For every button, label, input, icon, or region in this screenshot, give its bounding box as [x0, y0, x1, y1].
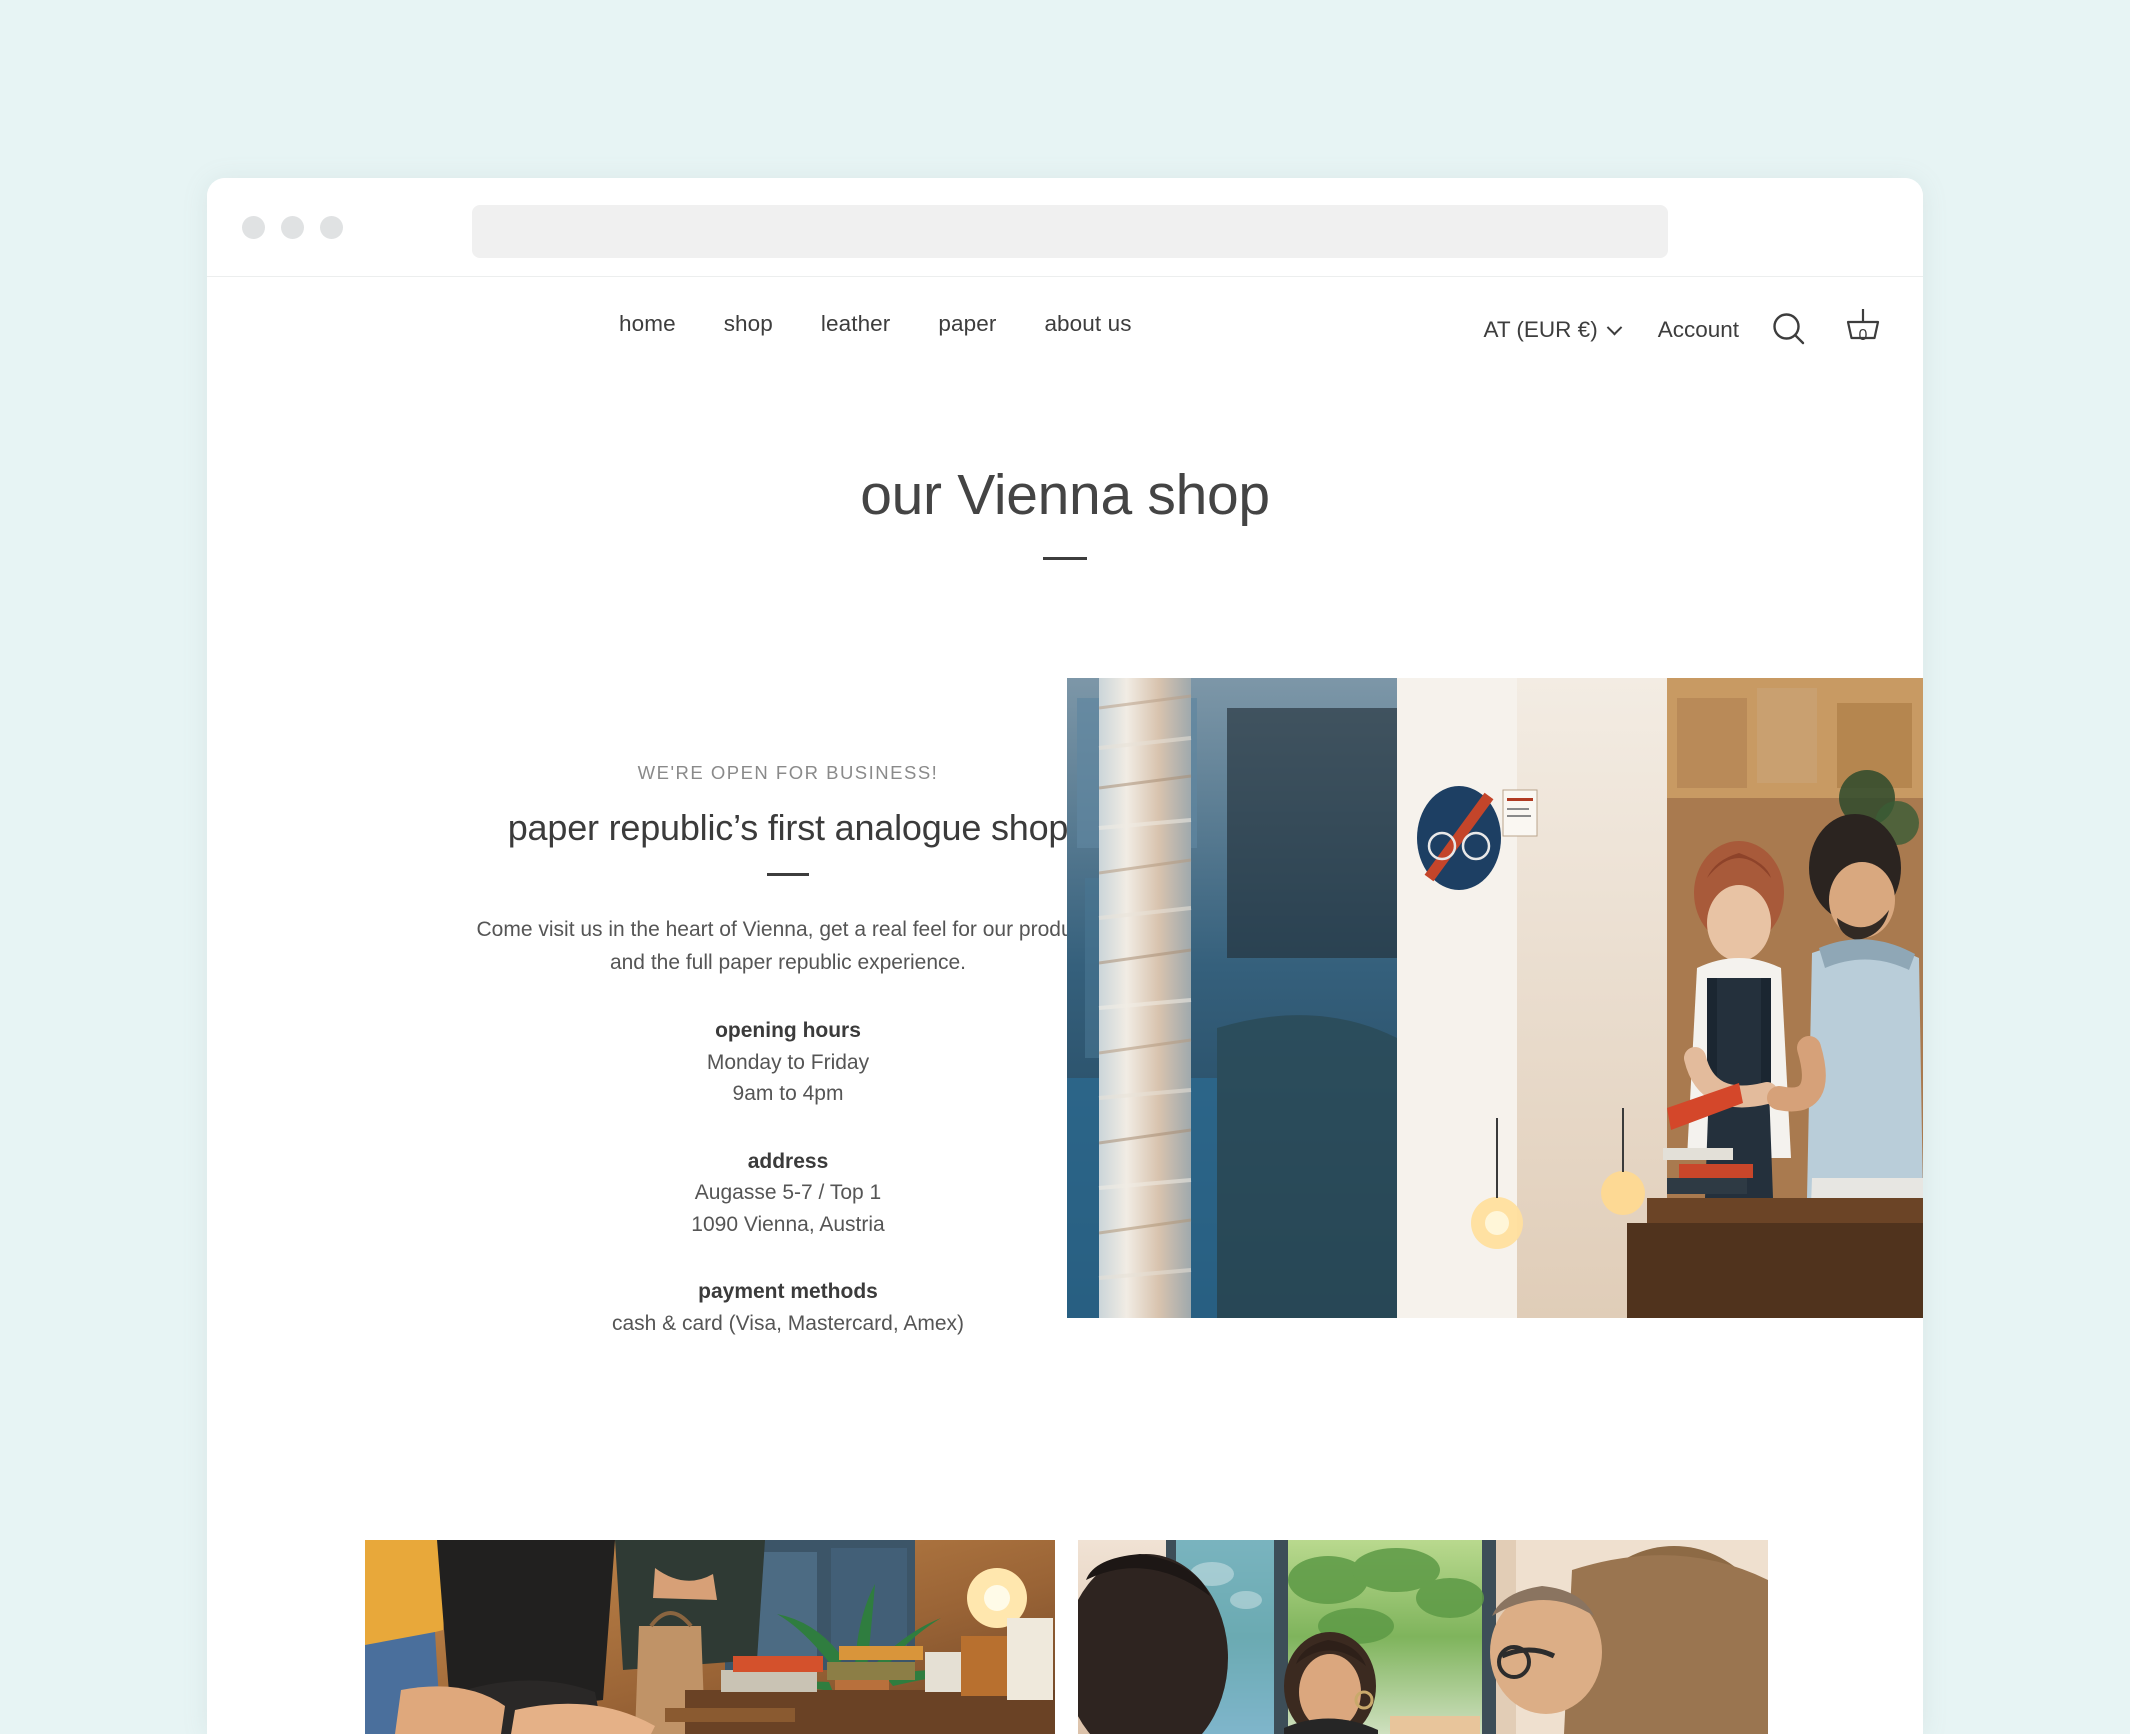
- hero-section: WE'RE OPEN FOR BUSINESS! paper republic’…: [207, 677, 1923, 1335]
- opening-hours-title: opening hours: [715, 1019, 861, 1043]
- title-divider: [1043, 556, 1087, 560]
- site-header: home shop leather paper about us AT (EUR…: [207, 277, 1923, 387]
- hero-body-text: Come visit us in the heart of Vienna, ge…: [476, 918, 1100, 974]
- address-bar-input[interactable]: [472, 205, 1668, 258]
- cart-button[interactable]: 0: [1839, 305, 1887, 356]
- currency-label: AT (EUR €): [1483, 317, 1598, 343]
- window-close-dot[interactable]: [242, 216, 265, 239]
- browser-chrome: [207, 178, 1923, 277]
- hero-divider: [767, 873, 809, 877]
- address-title: address: [747, 1149, 829, 1173]
- window-maximize-dot[interactable]: [320, 216, 343, 239]
- address-city: 1090 Vienna, Austria: [691, 1212, 885, 1236]
- search-icon: [1769, 309, 1809, 352]
- search-button[interactable]: [1769, 309, 1809, 352]
- nav-item-home[interactable]: home: [595, 312, 700, 336]
- opening-hours-times: 9am to 4pm: [732, 1082, 844, 1106]
- payment-methods-group: payment methods cash & card (Visa, Maste…: [443, 1276, 1133, 1339]
- currency-selector[interactable]: AT (EUR €): [1483, 317, 1622, 343]
- header-utilities: AT (EUR €) Account 0: [1484, 305, 1888, 356]
- page-title-block: our Vienna shop: [207, 464, 1923, 560]
- hero-image: [1067, 677, 1923, 1318]
- payment-methods-title: payment methods: [698, 1280, 878, 1304]
- nav-item-leather[interactable]: leather: [797, 312, 915, 336]
- opening-hours-days: Monday to Friday: [706, 1050, 870, 1074]
- browser-window: home shop leather paper about us AT (EUR…: [207, 178, 1923, 1734]
- chevron-down-icon: [1606, 319, 1622, 336]
- shopping-basket-icon: [1839, 305, 1887, 356]
- address-street: Augasse 5-7 / Top 1: [694, 1181, 882, 1205]
- account-link[interactable]: Account: [1658, 319, 1739, 342]
- hero-eyebrow: WE'RE OPEN FOR BUSINESS!: [637, 761, 939, 783]
- traffic-lights: [242, 216, 343, 239]
- hero-heading: paper republic’s first analogue shop: [507, 807, 1069, 849]
- opening-hours-group: opening hours Monday to Friday 9am to 4p…: [443, 1015, 1133, 1110]
- hero-text-column: WE'RE OPEN FOR BUSINESS! paper republic’…: [443, 761, 1133, 1340]
- gallery-image-2: [1078, 1540, 1768, 1734]
- payment-methods-detail: cash & card (Visa, Mastercard, Amex): [611, 1311, 965, 1335]
- main-navigation: home shop leather paper about us: [595, 312, 1156, 336]
- nav-item-about-us[interactable]: about us: [1020, 312, 1155, 336]
- nav-item-paper[interactable]: paper: [914, 312, 1020, 336]
- nav-item-shop[interactable]: shop: [700, 312, 797, 336]
- window-minimize-dot[interactable]: [281, 216, 304, 239]
- address-group: address Augasse 5-7 / Top 1 1090 Vienna,…: [443, 1146, 1133, 1241]
- page-title: our Vienna shop: [860, 463, 1270, 527]
- gallery-image-1: [365, 1540, 1055, 1734]
- gallery-row: [207, 1540, 1923, 1734]
